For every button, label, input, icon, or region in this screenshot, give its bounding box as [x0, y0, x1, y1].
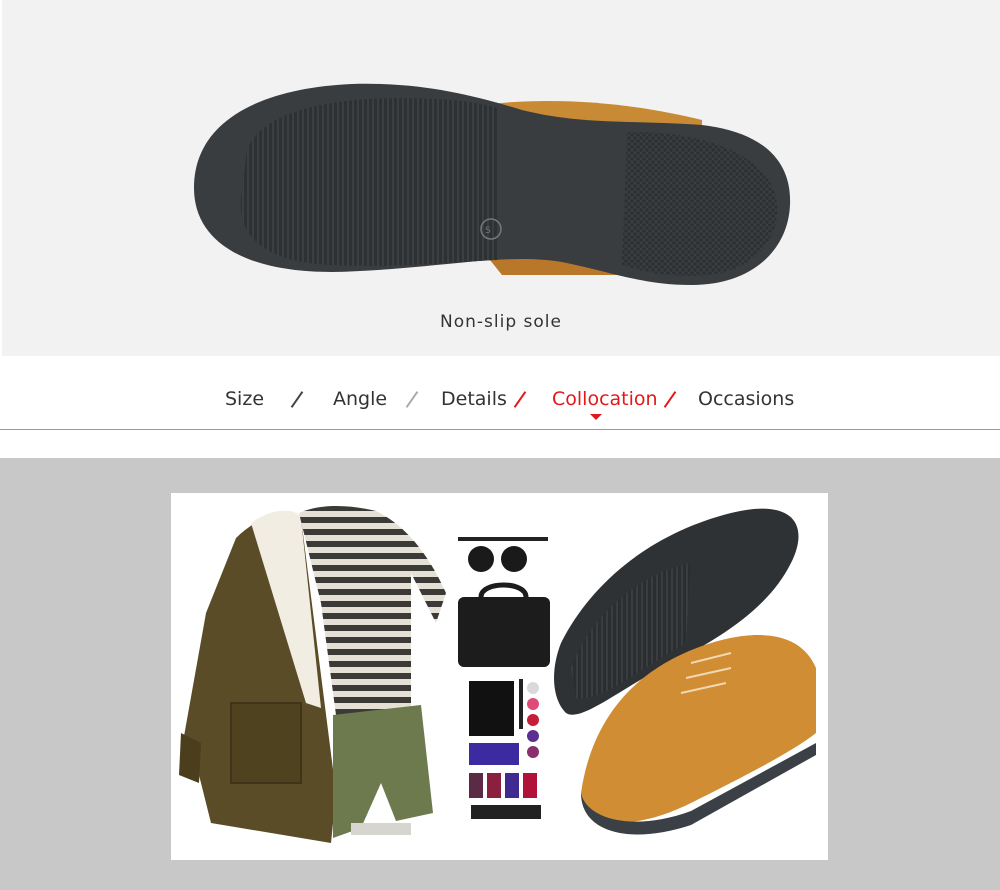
accessories-item: [458, 537, 550, 819]
shoe-sole-illustration: S: [194, 83, 791, 286]
hero-sole-image: S Non-slip sole: [2, 0, 1000, 356]
hero-caption: Non-slip sole: [440, 312, 562, 332]
section-nav: Size Angle Details Collocation Occasions: [0, 357, 1000, 430]
outfit-collage-illustration: [179, 506, 816, 843]
separator-slash: [513, 391, 527, 408]
tab-collocation[interactable]: Collocation: [552, 388, 658, 410]
outfit-collage-image: [171, 493, 828, 860]
tab-size[interactable]: Size: [225, 388, 264, 410]
tab-angle[interactable]: Angle: [333, 388, 387, 410]
tab-occasions[interactable]: Occasions: [698, 388, 794, 410]
tab-details[interactable]: Details: [441, 388, 507, 410]
separator-slash: [405, 391, 419, 408]
svg-text:S: S: [485, 226, 491, 236]
oxford-shoes-item: [554, 508, 816, 835]
separator-slash: [663, 391, 677, 408]
active-tab-indicator: [590, 414, 602, 420]
shorts-item: [333, 705, 433, 838]
separator-slash: [290, 391, 304, 408]
